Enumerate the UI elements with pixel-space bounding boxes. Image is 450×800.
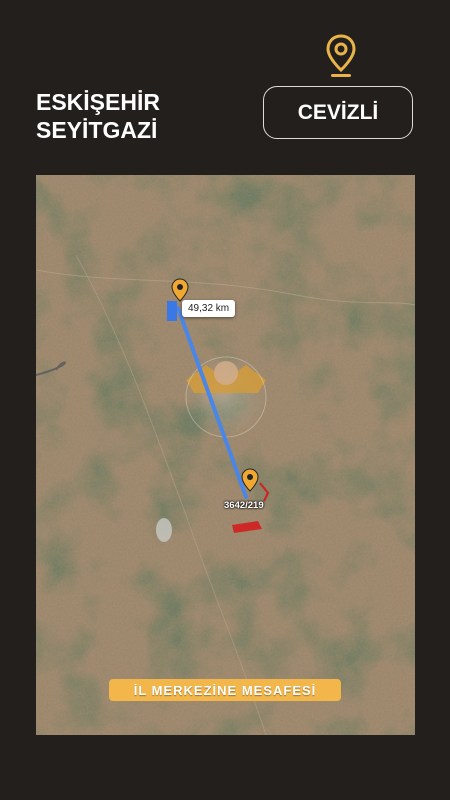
- location-title: ESKİŞEHİR SEYİTGAZİ: [36, 88, 160, 144]
- distance-caption-banner: İL MERKEZİNE MESAFESİ: [109, 679, 341, 701]
- route-start-marker: [167, 301, 177, 321]
- map-imagery: [36, 175, 415, 735]
- district-name: SEYİTGAZİ: [36, 117, 158, 143]
- satellite-map[interactable]: [36, 175, 415, 735]
- village-name-badge: CEVİZLİ: [263, 86, 413, 139]
- caption-text: İL MERKEZİNE MESAFESİ: [133, 682, 317, 698]
- watermark-logo: [184, 355, 268, 439]
- parcel-number-label: 3642/219: [224, 500, 264, 511]
- distance-label: 49,32 km: [182, 300, 236, 317]
- province-name: ESKİŞEHİR: [36, 89, 160, 115]
- location-pin-icon: [326, 34, 356, 77]
- village-name: CEVİZLİ: [297, 100, 379, 124]
